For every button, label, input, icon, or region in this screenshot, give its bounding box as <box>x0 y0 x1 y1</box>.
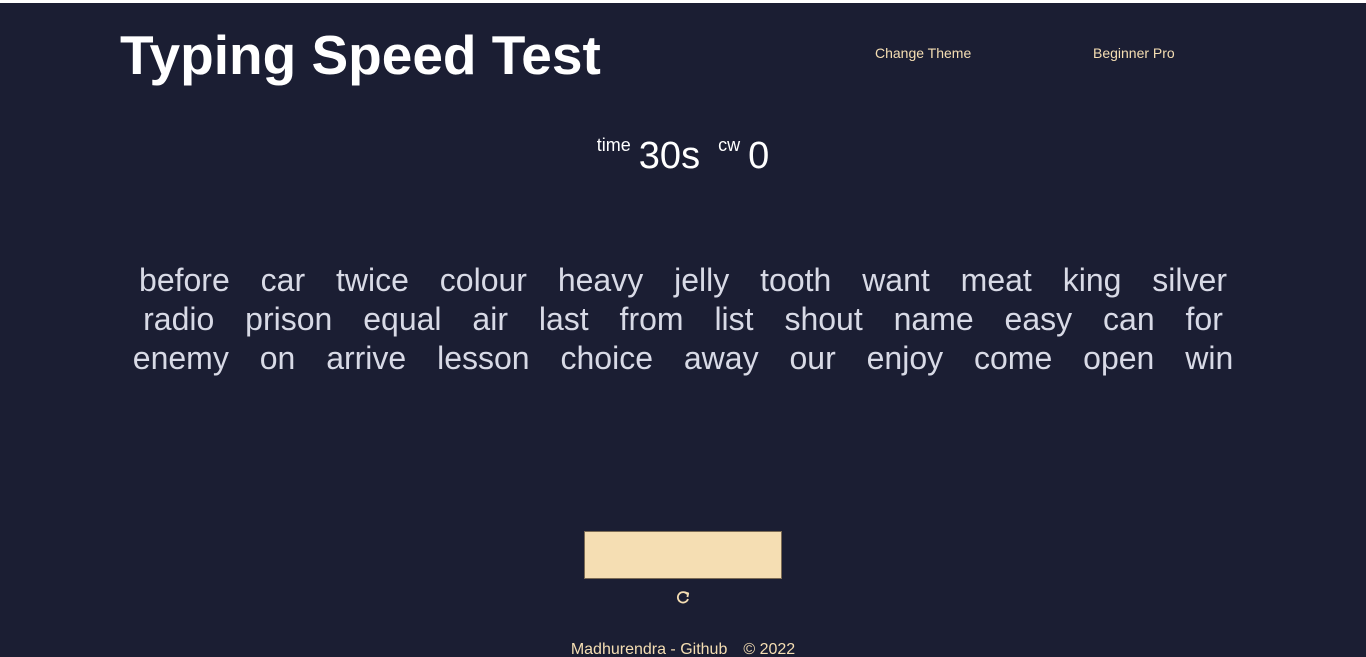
word: radio <box>143 301 215 337</box>
correct-words-label: cw <box>718 135 741 155</box>
word: our <box>789 340 836 376</box>
github-link[interactable]: Madhurendra - Github <box>571 641 728 657</box>
word: lesson <box>437 340 530 376</box>
word: from <box>619 301 684 337</box>
difficulty-mode-button[interactable]: Beginner Pro <box>1093 45 1175 61</box>
word: colour <box>439 262 527 298</box>
restart-icon <box>676 591 690 604</box>
word: want <box>862 262 930 298</box>
word: arrive <box>326 340 407 376</box>
copyright-text: © 2022 <box>743 641 796 657</box>
time-label: time <box>596 135 631 155</box>
word: win <box>1185 340 1234 376</box>
word: air <box>472 301 508 337</box>
stats-bar: time 30s cw 0 <box>0 135 1366 178</box>
word: enemy <box>132 340 229 376</box>
word: before <box>139 262 230 298</box>
word: choice <box>560 340 653 376</box>
time-value: 30s <box>638 135 701 177</box>
word: silver <box>1152 262 1227 298</box>
word: prison <box>245 301 333 337</box>
word: easy <box>1004 301 1073 337</box>
word: jelly <box>674 262 730 298</box>
change-theme-button[interactable]: Change Theme <box>875 45 971 61</box>
restart-button[interactable] <box>674 589 692 607</box>
word: equal <box>363 301 442 337</box>
word: name <box>893 301 974 337</box>
page-title: Typing Speed Test <box>120 24 601 86</box>
page: Typing Speed Test Change Theme Beginner … <box>0 0 1366 657</box>
word: for <box>1185 301 1223 337</box>
word: list <box>714 301 754 337</box>
word: shout <box>784 301 863 337</box>
word: on <box>259 340 296 376</box>
word: car <box>260 262 306 298</box>
word: tooth <box>760 262 832 298</box>
word: twice <box>335 262 409 298</box>
word: can <box>1103 301 1155 337</box>
footer: Madhurendra - Github © 2022 <box>0 641 1366 657</box>
word: meat <box>960 262 1032 298</box>
word: heavy <box>557 262 644 298</box>
typing-input[interactable] <box>584 531 782 579</box>
word: come <box>974 340 1053 376</box>
word: king <box>1062 262 1122 298</box>
word: last <box>538 301 589 337</box>
word: open <box>1083 340 1155 376</box>
word-list: before car twice colour heavy jelly toot… <box>120 261 1246 378</box>
correct-words-value: 0 <box>748 135 770 177</box>
word: away <box>683 340 759 376</box>
word: enjoy <box>866 340 944 376</box>
